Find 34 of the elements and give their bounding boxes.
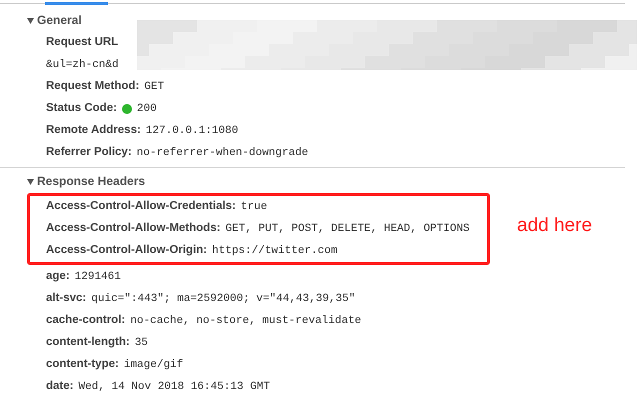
header-value: no-referrer-when-downgrade [136, 146, 308, 161]
header-value: 127.0.0.1:1080 [146, 124, 238, 139]
header-value: GET [144, 80, 164, 95]
section-title[interactable]: General [37, 11, 82, 29]
header-name: cache-control: [46, 313, 126, 328]
collapse-triangle-icon[interactable] [27, 178, 34, 184]
header-value: 35 [134, 336, 148, 351]
header-name: content-type: [46, 357, 119, 372]
annotation-text: add here [517, 214, 592, 238]
header-value: https://twitter.com [212, 244, 338, 259]
header-name: age: [46, 269, 70, 284]
header-name: Access-Control-Allow-Credentials: [46, 199, 236, 214]
header-value: Wed, 14 Nov 2018 16:45:13 GMT [78, 380, 270, 395]
header-name: Status Code: [46, 101, 117, 116]
header-name: date: [46, 379, 74, 394]
header-name: content-length: [46, 335, 130, 350]
header-name: Request Method: [46, 79, 140, 94]
header-value: quic=":443"; ma=2592000; v="44,43,39,35" [91, 292, 356, 307]
active-tab-indicator [45, 2, 108, 5]
header-value: 200 [136, 102, 157, 117]
header-name: alt-svc: [46, 291, 86, 306]
collapse-triangle-icon[interactable] [27, 16, 34, 24]
header-name: Access-Control-Allow-Origin: [46, 243, 208, 258]
section-title[interactable]: Response Headers [37, 172, 146, 190]
header-value: image/gif [124, 358, 184, 373]
header-value: GET, PUT, POST, DELETE, HEAD, OPTIONS [225, 222, 470, 237]
header-name: Access-Control-Allow-Methods: [46, 221, 220, 236]
header-value: &ul=zh-cn&d [46, 58, 119, 73]
header-value: 1291461 [74, 270, 121, 285]
header-value: no-cache, no-store, must-revalidate [130, 314, 362, 329]
header-name: Request URL [46, 35, 118, 50]
header-name: Referrer Policy: [46, 145, 132, 160]
header-name: Remote Address: [46, 123, 141, 138]
header-value: true [240, 200, 268, 215]
